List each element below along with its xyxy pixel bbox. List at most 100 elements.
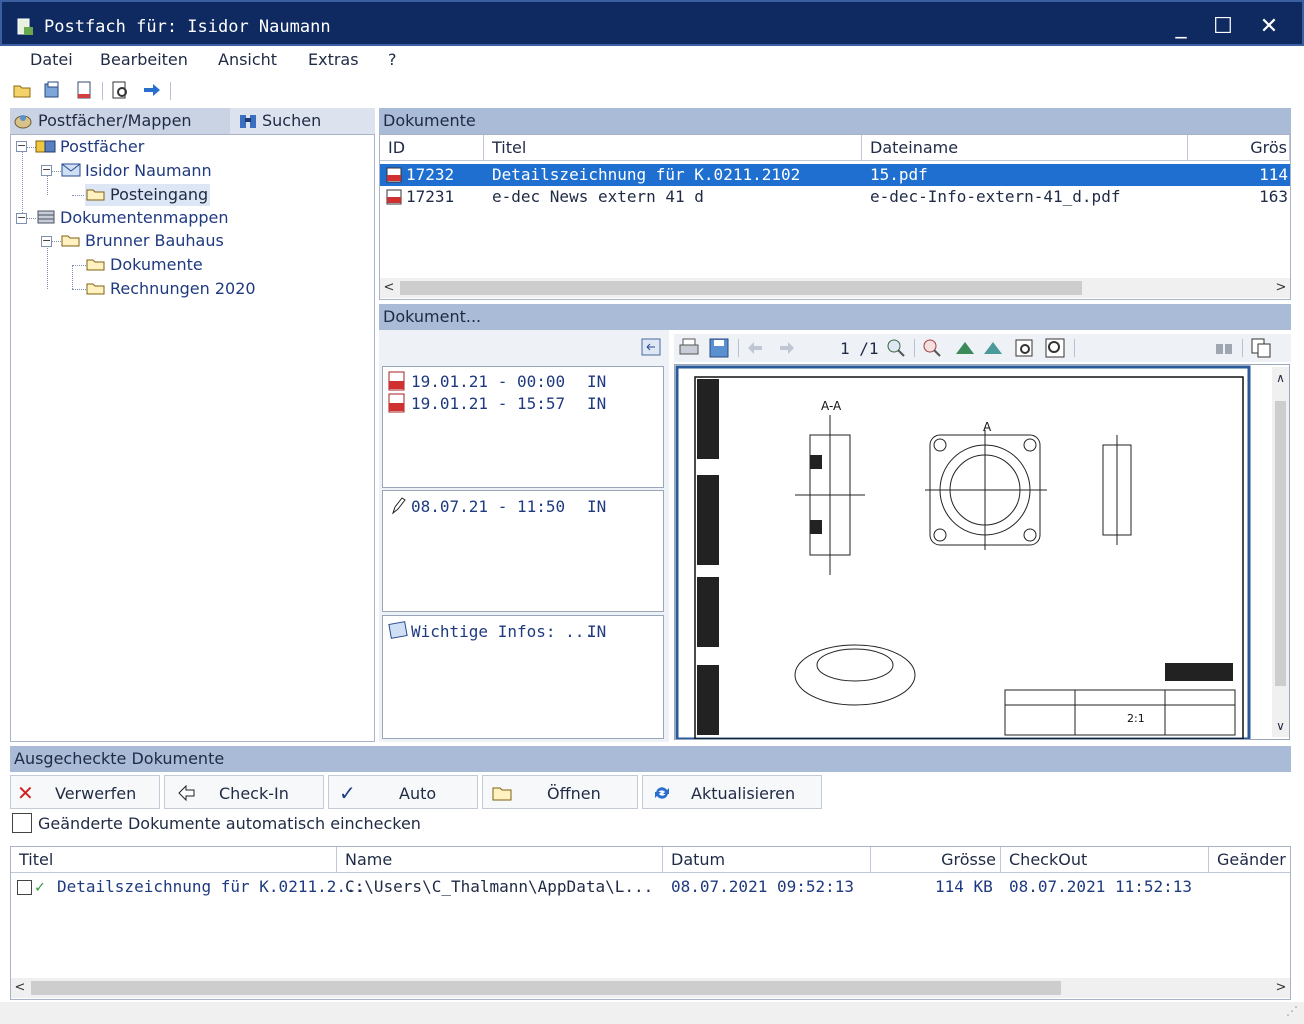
- scroll-left-icon[interactable]: <: [11, 978, 29, 998]
- checkin-button[interactable]: Check-In: [164, 775, 324, 809]
- info-box: Wichtige Infos: ... IN: [382, 615, 664, 739]
- menu-help[interactable]: ?: [388, 50, 397, 69]
- doc-size: 114: [1259, 165, 1288, 184]
- menu-bearbeiten[interactable]: Bearbeiten: [100, 50, 188, 69]
- binoculars-icon: [240, 115, 256, 128]
- refresh-preview-icon[interactable]: [641, 338, 661, 356]
- column-size[interactable]: Grös: [1188, 135, 1290, 161]
- refresh-button[interactable]: Aktualisieren: [642, 775, 822, 809]
- auto-checkin-label[interactable]: Geänderte Dokumente automatisch eincheck…: [38, 814, 421, 833]
- scroll-right-icon[interactable]: >: [1272, 978, 1290, 998]
- zoom-in-icon[interactable]: [886, 338, 906, 358]
- properties-icon[interactable]: [42, 80, 62, 100]
- print-preview-icon[interactable]: [110, 80, 130, 100]
- menu-ansicht[interactable]: Ansicht: [218, 50, 277, 69]
- tree-item-postfaecher[interactable]: Postfächer: [35, 136, 144, 158]
- memo-icon: [388, 621, 408, 639]
- column-datum[interactable]: Datum: [663, 847, 871, 873]
- collapse-isidor[interactable]: −: [41, 164, 52, 176]
- tree-item-posteingang[interactable]: Posteingang: [85, 184, 211, 206]
- discard-button[interactable]: ✕ Verwerfen: [10, 775, 160, 809]
- tree-item-dokumentenmappen[interactable]: Dokumentenmappen: [35, 207, 229, 229]
- doc-filename: e-dec-Info-extern-41_d.pdf: [870, 187, 1121, 206]
- info-direction: IN: [587, 622, 607, 641]
- doc-size: 163: [1259, 187, 1288, 206]
- history-box: 19.01.21 - 00:00 IN 19.01.21 - 15:57 IN: [382, 366, 664, 488]
- checkout-name: C:\Users\C_Thalmann\AppData\L...: [345, 877, 654, 896]
- scroll-right-icon[interactable]: >: [1272, 278, 1290, 298]
- zoom-search-icon[interactable]: [1044, 337, 1066, 359]
- scroll-left-icon[interactable]: <: [380, 278, 398, 298]
- mailboxes-icon: [14, 115, 32, 129]
- column-filename[interactable]: Dateiname: [862, 135, 1188, 161]
- tab-folders-label: Postfächer/Mappen: [38, 111, 192, 130]
- previous-page-icon[interactable]: [746, 338, 766, 358]
- auto-checkin-checkbox[interactable]: [12, 813, 32, 833]
- note-direction: IN: [587, 497, 607, 516]
- find-icon[interactable]: [1214, 338, 1234, 358]
- document-icon[interactable]: [74, 80, 94, 100]
- rotate-left-icon[interactable]: [954, 338, 976, 358]
- fit-page-icon[interactable]: [1014, 337, 1036, 359]
- column-geaendert[interactable]: Geänder: [1209, 847, 1290, 873]
- minimize-button[interactable]: _: [1164, 12, 1198, 42]
- scroll-up-icon[interactable]: ∧: [1272, 371, 1289, 385]
- open-folder-icon[interactable]: [12, 80, 32, 100]
- document-row[interactable]: 17231 e-dec News extern 41 d e-dec-Info-…: [380, 186, 1290, 208]
- menu-extras[interactable]: Extras: [308, 50, 359, 69]
- discard-icon: ✕: [17, 781, 34, 805]
- app-icon: [17, 18, 33, 35]
- document-preview[interactable]: A-A A 2:1 ∧ ∨: [674, 364, 1290, 740]
- column-groesse[interactable]: Grösse: [871, 847, 1001, 873]
- rotate-right-icon[interactable]: [982, 338, 1004, 358]
- collapse-dokumentenmappen[interactable]: −: [16, 212, 27, 224]
- auto-button[interactable]: ✓ Auto: [328, 775, 478, 809]
- scroll-thumb[interactable]: [1275, 401, 1286, 686]
- external-viewer-icon[interactable]: [1250, 337, 1272, 359]
- maximize-button[interactable]: ☐: [1206, 12, 1240, 42]
- info-text[interactable]: Wichtige Infos: ...: [411, 622, 594, 641]
- scroll-thumb[interactable]: [31, 981, 1061, 995]
- window-title: Postfach für: Isidor Naumann: [44, 17, 331, 37]
- arrow-right-icon[interactable]: [142, 80, 162, 100]
- checkout-hscrollbar[interactable]: < >: [11, 978, 1290, 998]
- row-checkbox[interactable]: [17, 880, 32, 895]
- tree-item-rechnungen-2020[interactable]: Rechnungen 2020: [85, 278, 256, 300]
- column-id[interactable]: ID: [380, 135, 484, 161]
- open-label: Öffnen: [547, 784, 601, 803]
- checkout-row[interactable]: ✓ Detailszeichnung für K.0211.2... C:\Us…: [11, 876, 1290, 898]
- open-button[interactable]: Öffnen: [482, 775, 638, 809]
- tree-item-isidor-naumann[interactable]: Isidor Naumann: [60, 160, 212, 182]
- preview-vscrollbar[interactable]: ∧ ∨: [1272, 367, 1289, 737]
- check-icon: ✓: [339, 781, 356, 805]
- resize-grip-icon[interactable]: ⋰: [1286, 1004, 1298, 1018]
- column-checkout[interactable]: CheckOut: [1001, 847, 1209, 873]
- scroll-down-icon[interactable]: ∨: [1272, 719, 1289, 733]
- tab-search[interactable]: Suchen: [238, 108, 368, 134]
- tree-item-dokumente[interactable]: Dokumente: [85, 254, 203, 276]
- save-icon[interactable]: [708, 337, 730, 359]
- tree-item-brunner-bauhaus[interactable]: Brunner Bauhaus: [60, 230, 224, 252]
- tab-folders[interactable]: Postfächer/Mappen: [10, 108, 230, 134]
- preview-header: Dokument...: [379, 304, 1291, 330]
- column-name[interactable]: Name: [337, 847, 663, 873]
- collapse-brunner[interactable]: −: [41, 235, 52, 247]
- documents-hscrollbar[interactable]: < >: [380, 278, 1290, 298]
- column-title[interactable]: Titel: [484, 135, 862, 161]
- discard-label: Verwerfen: [55, 784, 137, 803]
- close-button[interactable]: ✕: [1252, 12, 1286, 42]
- next-page-icon[interactable]: [776, 338, 796, 358]
- scroll-thumb[interactable]: [400, 281, 1082, 295]
- history-date[interactable]: 19.01.21 - 15:57: [411, 394, 565, 413]
- print-icon[interactable]: [678, 337, 700, 359]
- checkout-header: Ausgecheckte Dokumente: [10, 746, 1291, 772]
- open-folder-icon: [86, 283, 105, 295]
- document-row[interactable]: 17232 Detailszeichnung für K.0211.2102 1…: [380, 164, 1290, 186]
- history-date[interactable]: 19.01.21 - 00:00: [411, 372, 565, 391]
- collapse-postfaecher[interactable]: −: [16, 140, 27, 152]
- menu-datei[interactable]: Datei: [30, 50, 73, 69]
- zoom-out-icon[interactable]: [922, 338, 942, 358]
- note-date[interactable]: 08.07.21 - 11:50: [411, 497, 565, 516]
- column-titel[interactable]: Titel: [11, 847, 337, 873]
- section-label: A-A: [821, 399, 842, 413]
